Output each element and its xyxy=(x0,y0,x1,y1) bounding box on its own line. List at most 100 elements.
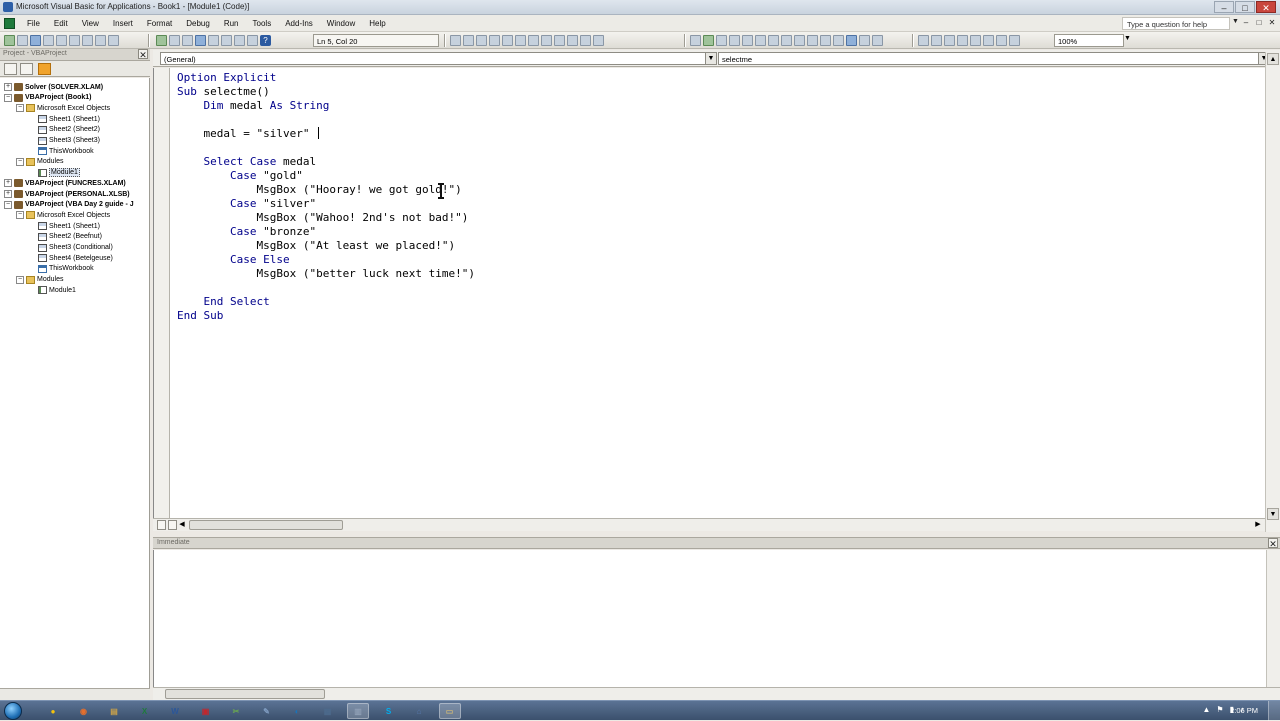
collapse-icon[interactable]: − xyxy=(16,275,24,284)
minimize-button[interactable]: – xyxy=(1214,1,1234,13)
immediate-window-icon[interactable] xyxy=(794,35,805,46)
expand-icon[interactable]: + xyxy=(4,179,12,188)
taskbar-firefox-icon[interactable]: ◉ xyxy=(73,703,95,719)
mdi-minimize-button[interactable]: – xyxy=(1241,18,1251,27)
align-icon[interactable] xyxy=(859,35,870,46)
tree-item[interactable]: Sheet2 (Beefnut) xyxy=(28,232,102,242)
code-editor[interactable]: Option Explicit Sub selectme() Dim medal … xyxy=(153,68,1265,518)
save-icon[interactable] xyxy=(30,35,41,46)
taskbar-paint-icon[interactable]: ✎ xyxy=(256,703,278,719)
tree-item[interactable]: ThisWorkbook xyxy=(28,264,94,274)
scroll-down-icon[interactable]: ▼ xyxy=(1267,508,1279,520)
taskbar-notes-icon[interactable]: ▭ xyxy=(438,703,461,719)
tree-item[interactable]: Sheet1 (Sheet1) xyxy=(28,221,100,231)
code-line[interactable]: End Select xyxy=(177,295,270,308)
comment-block-icon[interactable] xyxy=(554,35,565,46)
menu-file[interactable]: File xyxy=(20,17,47,30)
debug-reset-icon[interactable] xyxy=(729,35,740,46)
immediate-window[interactable] xyxy=(153,550,1266,687)
project-tree-scrollbar[interactable] xyxy=(0,688,150,700)
expand-icon[interactable]: + xyxy=(4,190,12,198)
chevron-down-icon[interactable]: ▼ xyxy=(1232,18,1239,25)
tree-item[interactable]: ThisWorkbook xyxy=(28,146,94,156)
collapse-icon[interactable]: − xyxy=(4,200,12,209)
tree-item[interactable]: Module1 xyxy=(28,168,80,178)
expand-icon[interactable]: + xyxy=(4,83,12,91)
list-constants-icon[interactable] xyxy=(463,35,474,46)
code-line[interactable]: MsgBox ("Hooray! we got gold!") xyxy=(177,183,461,196)
menu-format[interactable]: Format xyxy=(140,17,179,30)
menu-insert[interactable]: Insert xyxy=(106,17,140,30)
code-horizontal-scrollbar[interactable]: ◀ ▶ xyxy=(153,518,1265,531)
scroll-left-icon[interactable]: ◀ xyxy=(177,520,187,530)
mdi-close-button[interactable]: ✕ xyxy=(1267,18,1277,27)
taskbar-skype-icon[interactable]: S xyxy=(378,703,400,719)
start-button[interactable] xyxy=(4,702,22,720)
taskbar-word-icon[interactable]: W xyxy=(164,703,186,719)
mdi-restore-button[interactable]: □ xyxy=(1254,18,1264,27)
menu-window[interactable]: Window xyxy=(320,17,362,30)
userform-icon[interactable] xyxy=(846,35,857,46)
design-icon[interactable] xyxy=(690,35,701,46)
toggle-folders-icon[interactable] xyxy=(38,63,51,75)
tree-item[interactable]: − Modules xyxy=(16,275,63,285)
taskbar-chrome-icon[interactable]: ● xyxy=(42,703,64,719)
menu-help[interactable]: Help xyxy=(362,17,392,30)
excel-view-icon[interactable] xyxy=(4,18,15,29)
redo-icon[interactable] xyxy=(108,35,119,46)
procedure-combo[interactable]: selectme ▼ xyxy=(718,52,1270,65)
size-to-grid-icon[interactable] xyxy=(1009,35,1020,46)
center-icon[interactable] xyxy=(872,35,883,46)
quick-watch-icon[interactable] xyxy=(820,35,831,46)
zoom-select[interactable]: 100% xyxy=(1054,34,1124,47)
tree-item[interactable]: Sheet3 (Sheet3) xyxy=(28,136,100,146)
clock[interactable]: 2:06 PM xyxy=(1230,706,1258,715)
copy-icon[interactable] xyxy=(56,35,67,46)
outdent-icon[interactable] xyxy=(528,35,539,46)
taskbar-snipping-icon[interactable]: ✂ xyxy=(225,703,247,719)
make-same-size-icon[interactable] xyxy=(996,35,1007,46)
code-line[interactable]: MsgBox ("At least we placed!") xyxy=(177,239,455,252)
locals-window-icon[interactable] xyxy=(781,35,792,46)
quick-info-icon[interactable] xyxy=(476,35,487,46)
project-explorer-icon[interactable] xyxy=(208,35,219,46)
tree-item[interactable]: Module1 xyxy=(28,285,76,295)
parameter-info-icon[interactable] xyxy=(489,35,500,46)
menu-view[interactable]: View xyxy=(75,17,106,30)
close-button[interactable]: ✕ xyxy=(1256,1,1276,13)
tree-item[interactable]: + VBAProject (PERSONAL.XLSB) xyxy=(4,189,130,199)
menu-debug[interactable]: Debug xyxy=(179,17,217,30)
project-explorer-close-button[interactable]: ✕ xyxy=(138,49,148,60)
code-line[interactable]: End Sub xyxy=(177,309,223,322)
object-browser-icon[interactable] xyxy=(234,35,245,46)
tray-icon[interactable]: ⚑ xyxy=(1216,705,1223,714)
immediate-vertical-scrollbar[interactable] xyxy=(1266,550,1280,687)
tree-item[interactable]: − VBAProject (VBA Day 2 guide - J xyxy=(4,200,134,210)
step-out-icon[interactable] xyxy=(768,35,779,46)
code-line[interactable]: Option Explicit xyxy=(177,71,276,84)
collapse-icon[interactable]: − xyxy=(4,93,12,102)
code-line[interactable]: Select Case medal xyxy=(177,155,317,168)
uncomment-block-icon[interactable] xyxy=(567,35,578,46)
design-mode-icon[interactable] xyxy=(195,35,206,46)
ask-question-input[interactable]: Type a question for help xyxy=(1122,17,1230,30)
align-left-icon[interactable] xyxy=(970,35,981,46)
menu-add-ins[interactable]: Add-Ins xyxy=(278,17,320,30)
view-object-icon[interactable] xyxy=(20,63,33,75)
tree-item[interactable]: Sheet3 (Conditional) xyxy=(28,243,113,253)
cut-icon[interactable] xyxy=(43,35,54,46)
tree-item[interactable]: + Solver (SOLVER.XLAM) xyxy=(4,82,103,92)
run-icon[interactable] xyxy=(156,35,167,46)
menu-edit[interactable]: Edit xyxy=(47,17,75,30)
properties-icon[interactable] xyxy=(221,35,232,46)
object-combo[interactable]: (General) ▼ xyxy=(160,52,717,65)
call-stack-icon[interactable] xyxy=(833,35,844,46)
code-line[interactable]: Case "silver" xyxy=(177,197,316,210)
help-icon[interactable]: ? xyxy=(260,35,271,46)
watch-window-icon[interactable] xyxy=(807,35,818,46)
taskbar-pdf-icon[interactable]: ▣ xyxy=(195,703,217,719)
tree-item[interactable]: − Modules xyxy=(16,157,63,167)
menu-tools[interactable]: Tools xyxy=(246,17,279,30)
code-line[interactable]: medal = "silver" xyxy=(177,127,309,140)
insert-module-icon[interactable] xyxy=(17,35,28,46)
